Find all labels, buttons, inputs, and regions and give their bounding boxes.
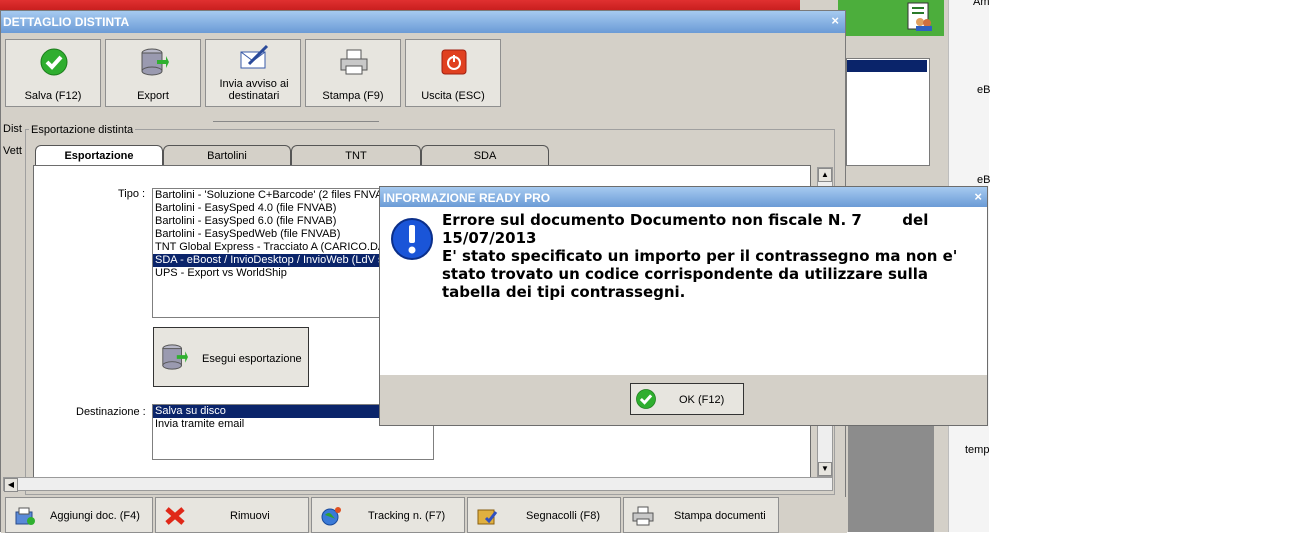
- tipo-item[interactable]: Bartolini - 'Soluzione C+Barcode' (2 fil…: [153, 189, 383, 202]
- aggiungi-doc-label: Aggiungi doc. (F4): [50, 510, 140, 522]
- envelope-pen-icon: [240, 44, 269, 69]
- informazione-dialog: INFORMAZIONE READY PRO × Errore sul docu…: [379, 186, 988, 426]
- exclamation-icon: [391, 218, 433, 260]
- horizontal-scrollbar[interactable]: ◀: [3, 477, 833, 492]
- exit-label: Uscita (ESC): [421, 90, 485, 102]
- tipo-item[interactable]: UPS - Export vs WorldShip: [153, 267, 383, 280]
- stampa-documenti-button[interactable]: Stampa documenti: [623, 497, 779, 533]
- tab-bartolini[interactable]: Bartolini: [163, 145, 291, 165]
- tracking-label: Tracking n. (F7): [368, 510, 446, 522]
- background-green-panel: [838, 0, 944, 36]
- group-title: Esportazione distinta: [29, 124, 136, 136]
- ok-label: OK (F12): [679, 394, 725, 406]
- exit-button[interactable]: Uscita (ESC): [405, 39, 501, 107]
- export-button[interactable]: Export: [105, 39, 201, 107]
- side-label: Am: [973, 0, 990, 8]
- checkmark-icon: [636, 389, 656, 409]
- tipo-item[interactable]: Bartolini - EasySped 6.0 (file FNVAB): [153, 215, 383, 228]
- segnacolli-button[interactable]: Segnacolli (F8): [467, 497, 621, 533]
- message-line1: Errore sul documento Documento non fisca…: [442, 211, 862, 229]
- destinazione-label: Destinazione :: [76, 406, 146, 418]
- red-x-icon: [165, 507, 185, 525]
- side-label: eB: [977, 84, 991, 96]
- users-report-icon: [907, 2, 932, 31]
- tab-esportazione[interactable]: Esportazione: [35, 145, 163, 167]
- print-button[interactable]: Stampa (F9): [305, 39, 401, 107]
- distinta-label: Dist: [3, 123, 22, 135]
- rimuovi-label: Rimuovi: [230, 510, 270, 522]
- database-export-icon: [141, 48, 169, 76]
- side-label: temp: [965, 444, 990, 456]
- background-list-panel: [846, 58, 930, 166]
- scroll-up-icon[interactable]: ▲: [818, 168, 832, 182]
- tipo-label: Tipo :: [118, 188, 146, 200]
- save-button[interactable]: Salva (F12): [5, 39, 101, 107]
- tab-sda[interactable]: SDA: [421, 145, 549, 165]
- close-button[interactable]: ×: [831, 13, 839, 28]
- printer-icon: [632, 506, 654, 526]
- export-label: Export: [137, 90, 169, 102]
- tracking-button[interactable]: Tracking n. (F7): [311, 497, 465, 533]
- esegui-esportazione-label: Esegui esportazione: [202, 353, 302, 365]
- vettore-label: Vett: [3, 145, 22, 157]
- background-dark-panel: [848, 426, 934, 532]
- dialog-titlebar: DETTAGLIO DISTINTA ×: [1, 11, 845, 33]
- invia-avviso-label: Invia avviso ai destinatari: [219, 78, 289, 102]
- save-label: Salva (F12): [24, 90, 82, 102]
- invia-avviso-button[interactable]: Invia avviso ai destinatari: [205, 39, 301, 107]
- info-title: INFORMAZIONE READY PRO: [383, 191, 551, 205]
- info-close-button[interactable]: ×: [974, 189, 982, 204]
- tipo-item[interactable]: TNT Global Express - Tracciato A (CARICO…: [153, 241, 383, 254]
- side-label: eB: [977, 174, 991, 186]
- error-message: Errore sul documento Documento non fisca…: [442, 211, 982, 301]
- print-label: Stampa (F9): [322, 90, 384, 102]
- message-body: E' stato specificato un importo per il c…: [442, 247, 958, 301]
- scroll-down-icon[interactable]: ▼: [818, 462, 832, 476]
- checkmark-icon: [40, 48, 68, 76]
- power-icon: [441, 49, 467, 75]
- esegui-esportazione-button[interactable]: Esegui esportazione: [153, 327, 309, 387]
- ok-button[interactable]: OK (F12): [630, 383, 744, 415]
- globe-icon: [321, 507, 341, 526]
- tipo-item-selected[interactable]: SDA - eBoost / InvioDesktop / InvioWeb (…: [153, 254, 383, 267]
- segnacolli-label: Segnacolli (F8): [526, 510, 600, 522]
- tipo-item[interactable]: Bartolini - EasySpedWeb (file FNVAB): [153, 228, 383, 241]
- package-check-icon: [477, 509, 498, 525]
- bottom-toolbar: Aggiungi doc. (F4) Rimuovi Tracking n. (…: [1, 497, 847, 533]
- aggiungi-doc-button[interactable]: Aggiungi doc. (F4): [5, 497, 153, 533]
- tab-tnt[interactable]: TNT: [291, 145, 421, 165]
- tipo-item[interactable]: Bartolini - EasySped 4.0 (file FNVAB): [153, 202, 383, 215]
- divider: [213, 121, 379, 122]
- background-list-selection: [847, 60, 927, 72]
- database-export-icon: [162, 344, 188, 370]
- stampa-documenti-label: Stampa documenti: [674, 510, 766, 522]
- printer-icon: [340, 49, 368, 75]
- dialog-title: DETTAGLIO DISTINTA: [3, 15, 130, 29]
- rimuovi-button[interactable]: Rimuovi: [155, 497, 309, 533]
- scroll-left-icon[interactable]: ◀: [4, 478, 18, 492]
- info-titlebar: INFORMAZIONE READY PRO ×: [380, 187, 987, 207]
- add-document-icon: [15, 507, 35, 525]
- tipo-listbox[interactable]: Bartolini - 'Soluzione C+Barcode' (2 fil…: [152, 188, 384, 318]
